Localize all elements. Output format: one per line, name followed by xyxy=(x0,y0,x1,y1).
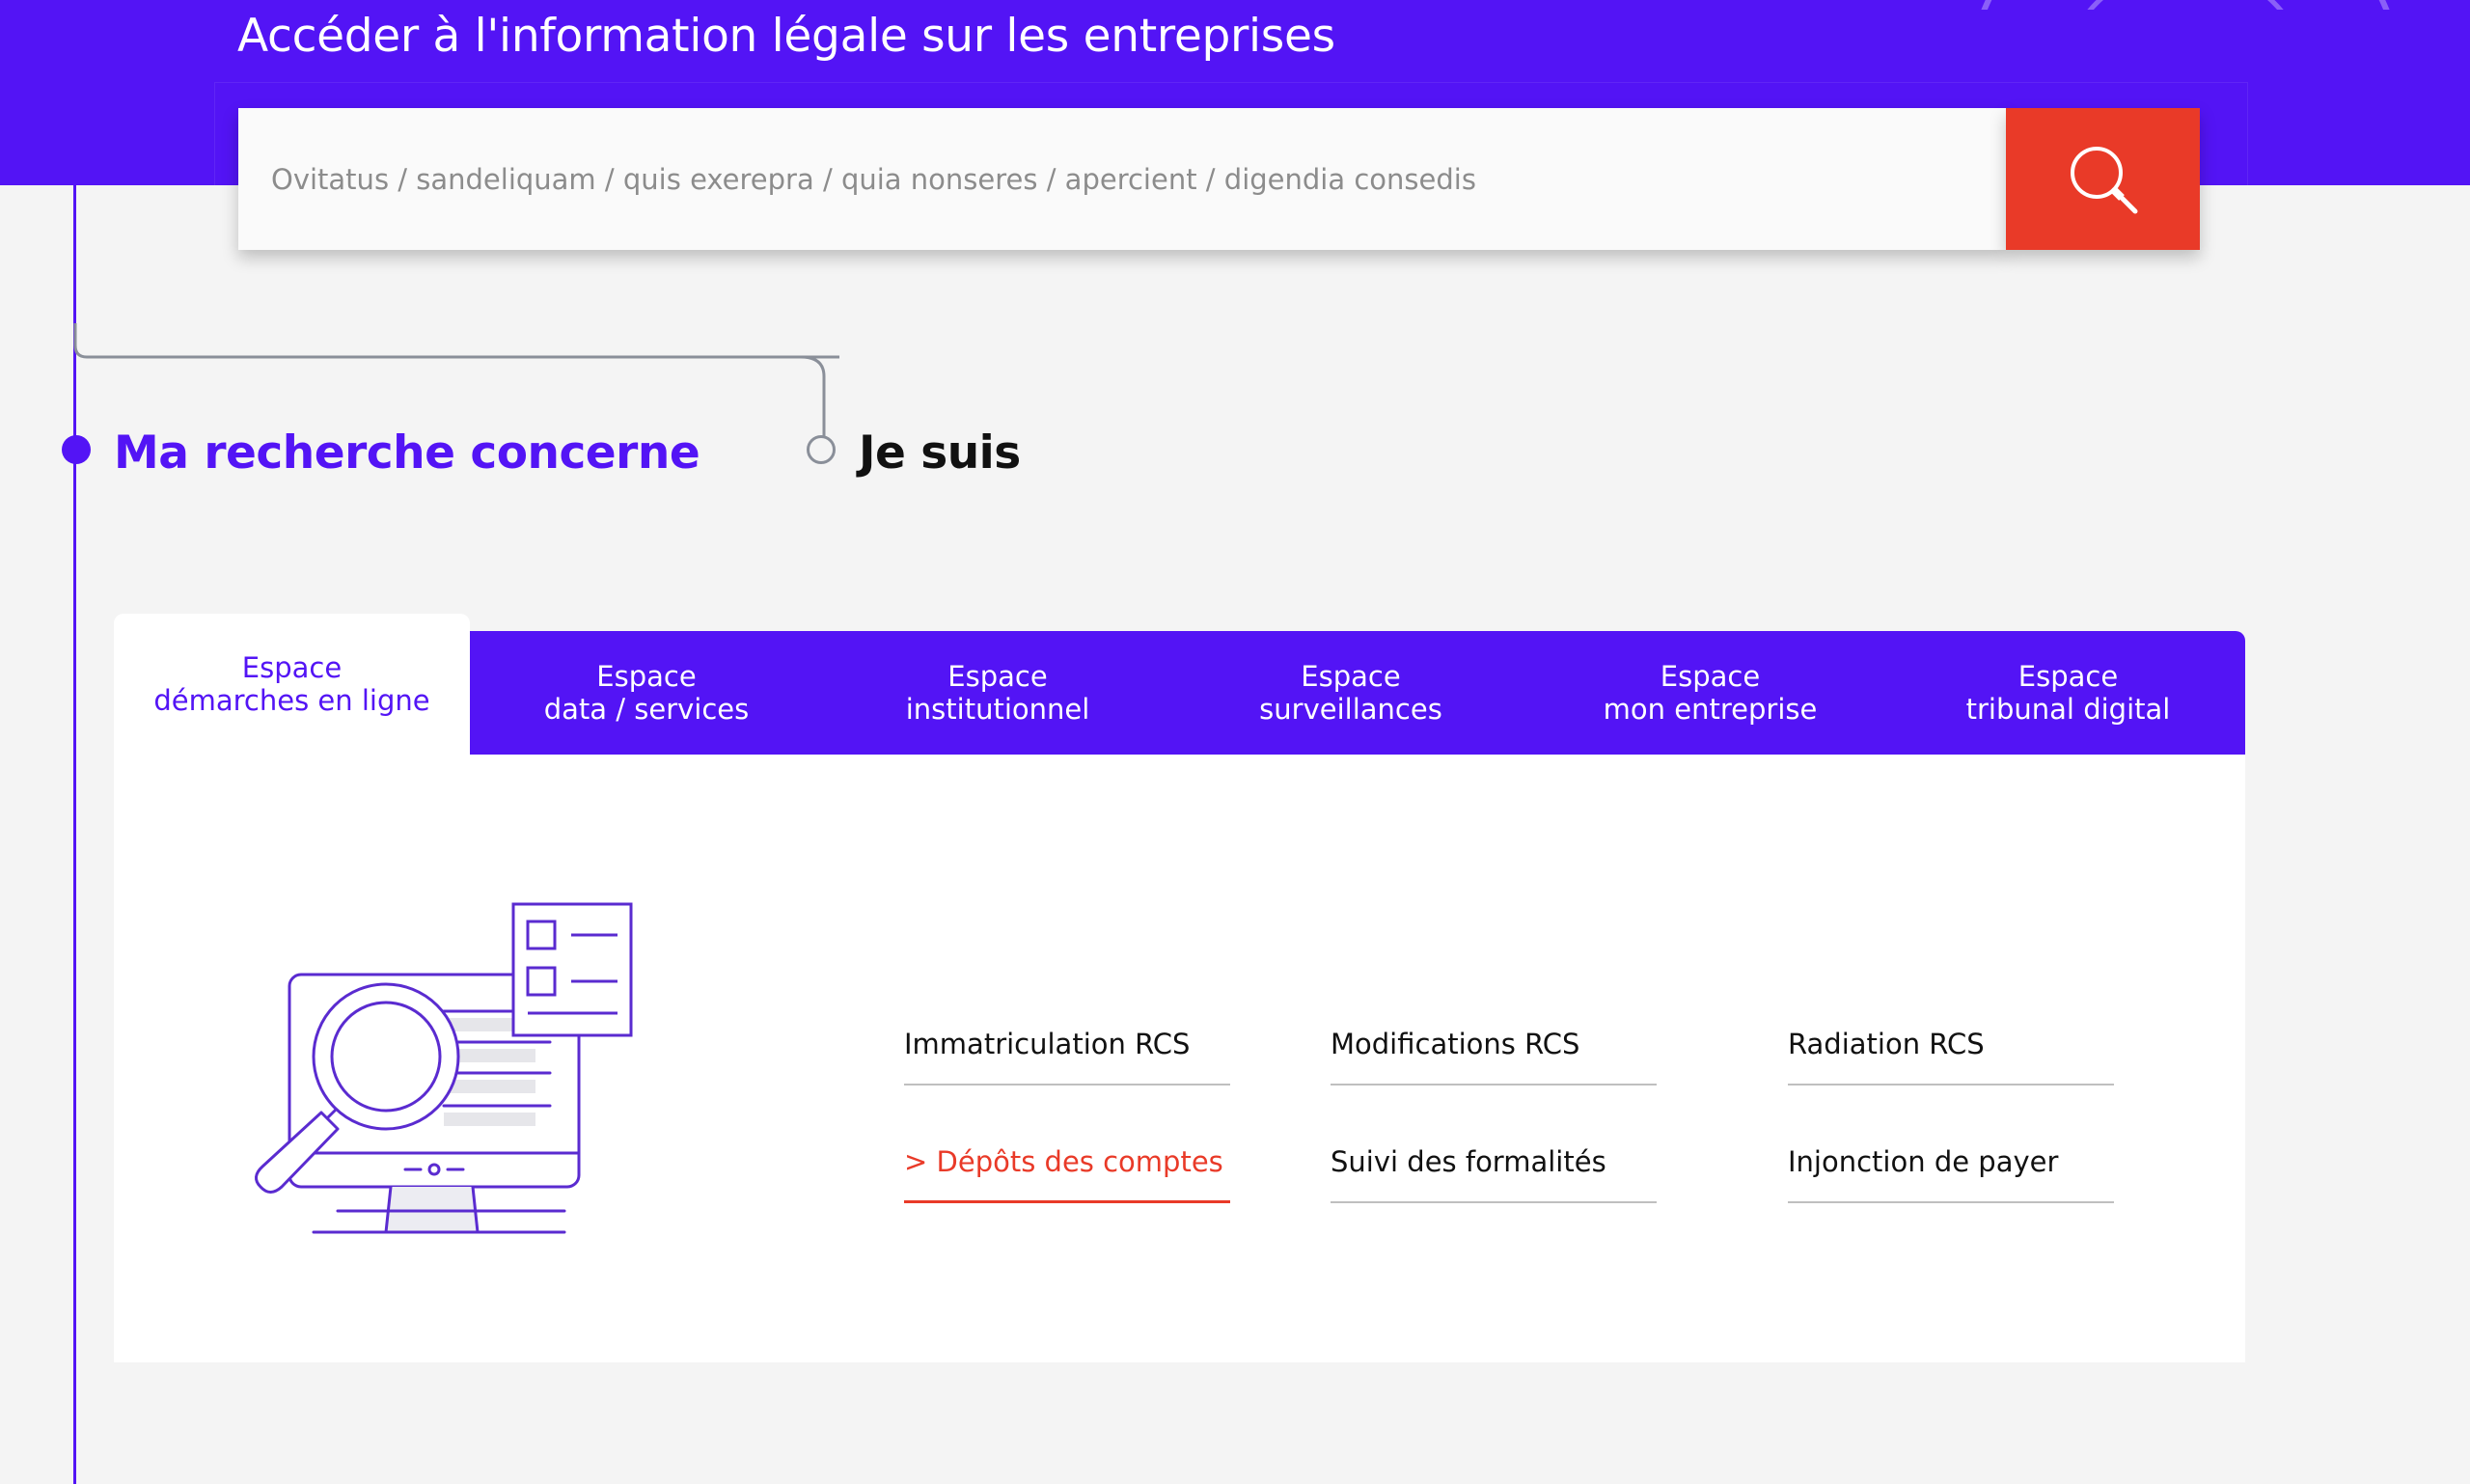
tab-label-line1: Espace xyxy=(241,651,343,684)
link-modifications-rcs[interactable]: Modifications RCS xyxy=(1331,1028,1657,1086)
search-icon xyxy=(2070,146,2137,213)
tab-label-line2: mon entreprise xyxy=(1603,693,1818,726)
tab-tribunal-digital[interactable]: Espace tribunal digital xyxy=(1891,631,2245,755)
search-input[interactable] xyxy=(238,108,2007,250)
step-my-search[interactable]: Ma recherche concerne xyxy=(114,426,700,480)
tab-institutionnel[interactable]: Espace institutionnel xyxy=(823,631,1172,755)
search-box xyxy=(238,108,2007,250)
tab-label-line1: Espace xyxy=(1660,660,1761,693)
link-injonction-de-payer[interactable]: Injonction de payer xyxy=(1788,1145,2114,1203)
tab-label-line1: Espace xyxy=(596,660,697,693)
tab-label-line2: tribunal digital xyxy=(1965,693,2171,726)
tab-label-line2: surveillances xyxy=(1259,693,1442,726)
online-search-illustration-icon xyxy=(255,902,633,1234)
step-i-am[interactable]: Je suis xyxy=(859,426,1021,480)
link-depots-des-comptes[interactable]: > Dépôts des comptes xyxy=(904,1145,1230,1203)
search-button[interactable] xyxy=(2006,108,2200,250)
link-immatriculation-rcs[interactable]: Immatriculation RCS xyxy=(904,1028,1230,1086)
link-radiation-rcs[interactable]: Radiation RCS xyxy=(1788,1028,2114,1086)
tab-data-services[interactable]: Espace data / services xyxy=(470,631,823,755)
tab-label-line2: institutionnel xyxy=(905,693,1090,726)
tab-label-line1: Espace xyxy=(947,660,1048,693)
tab-label-line1: Espace xyxy=(1301,660,1401,693)
tab-label-line2: démarches en ligne xyxy=(153,684,430,717)
tab-label-line1: Espace xyxy=(2017,660,2119,693)
tab-demarches-en-ligne[interactable]: Espace démarches en ligne xyxy=(114,614,470,755)
page-title: Accéder à l'information légale sur les e… xyxy=(237,10,1335,63)
tab-surveillances[interactable]: Espace surveillances xyxy=(1172,631,1529,755)
step-dot-inactive xyxy=(807,435,836,464)
step-dot-active xyxy=(62,435,91,464)
tab-mon-entreprise[interactable]: Espace mon entreprise xyxy=(1529,631,1891,755)
link-suivi-des-formalites[interactable]: Suivi des formalités xyxy=(1331,1145,1657,1203)
tab-label-line2: data / services xyxy=(543,693,750,726)
